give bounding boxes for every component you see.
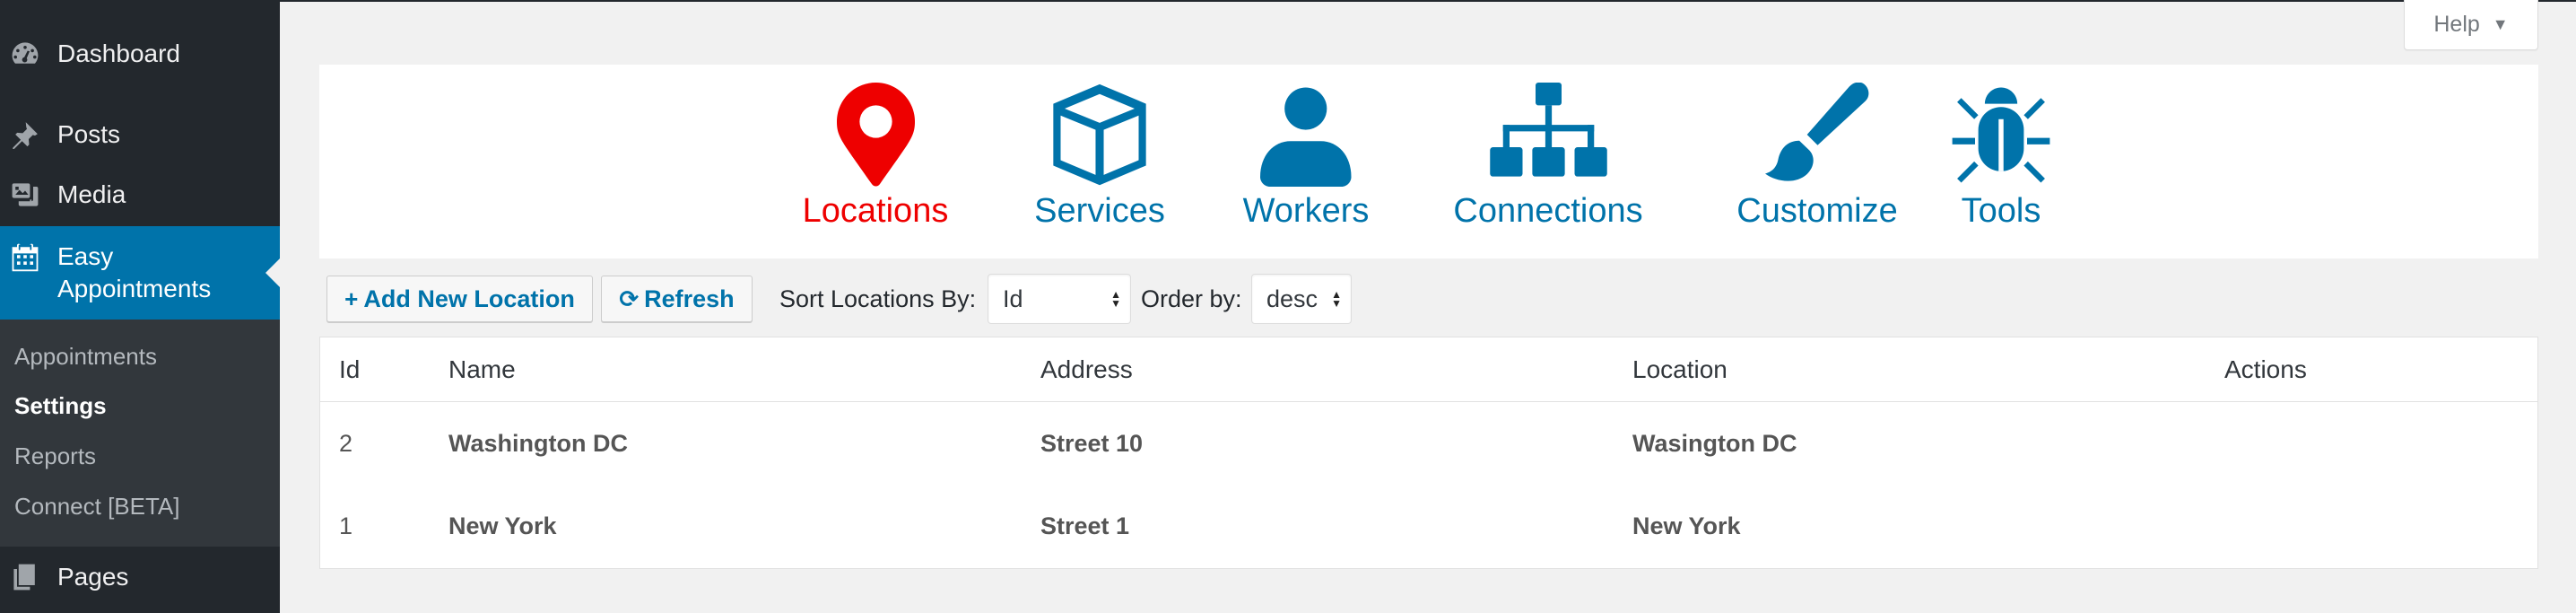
tab-label: Workers: [1242, 192, 1370, 230]
cell-id: 1: [339, 512, 353, 539]
table-row[interactable]: 2 Washington DC Street 10 Wasington DC: [320, 402, 2537, 485]
help-label: Help: [2433, 12, 2480, 37]
user-icon: [1260, 87, 1352, 187]
column-header-id[interactable]: Id: [339, 337, 360, 402]
pushpin-icon: [9, 118, 41, 151]
box-icon: [1053, 83, 1146, 186]
submenu-item-connect-beta[interactable]: Connect [BETA]: [14, 493, 180, 521]
help-button[interactable]: Help ▼: [2404, 0, 2538, 50]
sidebar-item-label: Dashboard: [57, 39, 180, 67]
sidebar-item-media[interactable]: Media: [0, 171, 280, 218]
column-header-address[interactable]: Address: [1040, 337, 1133, 402]
table-row[interactable]: 1 New York Street 1 New York: [320, 485, 2537, 567]
pages-icon: [9, 561, 41, 593]
sidebar-item-label: Pages: [57, 563, 129, 591]
caret-down-icon: ▼: [2492, 15, 2509, 33]
column-header-location[interactable]: Location: [1632, 337, 1727, 402]
sitemap-icon: [1489, 83, 1607, 177]
sort-by-value: Id: [1003, 285, 1023, 312]
cell-id: 2: [339, 429, 353, 457]
active-menu-arrow: [265, 258, 280, 287]
column-header-actions: Actions: [2224, 355, 2307, 383]
locations-table: Id Name Address Location Actions 2 Washi…: [319, 337, 2538, 569]
sidebar-item-easy-appointments[interactable]: Easy Appointments: [0, 226, 280, 320]
sidebar-item-dashboard[interactable]: Dashboard: [0, 31, 280, 77]
refresh-icon: ⟳: [619, 285, 640, 312]
refresh-button[interactable]: ⟳ Refresh: [601, 276, 753, 322]
tab-customize[interactable]: Customize: [1705, 83, 1929, 231]
tab-label: Connections: [1453, 192, 1643, 230]
order-by-select[interactable]: desc ▲ ▼: [1251, 274, 1352, 324]
submenu-item-settings[interactable]: Settings: [14, 392, 107, 420]
sidebar-submenu: Appointments Settings Reports Connect [B…: [0, 320, 280, 547]
select-arrows-icon: ▲ ▼: [1331, 288, 1342, 310]
tab-locations[interactable]: Locations: [795, 83, 956, 231]
map-pin-icon: [836, 83, 915, 187]
paintbrush-icon: [1765, 83, 1869, 181]
tab-tools[interactable]: Tools: [1929, 83, 2073, 231]
dashboard-icon: [9, 38, 41, 70]
order-by-label: Order by:: [1141, 285, 1242, 312]
order-by-value: desc: [1266, 285, 1318, 312]
admin-sidebar: Dashboard Posts Media Easy Appointments …: [0, 0, 280, 613]
sidebar-item-label: Posts: [57, 120, 121, 148]
tab-label: Tools: [1961, 192, 2041, 230]
cell-address: Street 1: [1040, 512, 1130, 539]
tab-connections[interactable]: Connections: [1423, 83, 1674, 231]
button-label: Add New Location: [363, 285, 575, 312]
admin-bar-edge: [280, 0, 2576, 2]
tab-services[interactable]: Services: [1010, 83, 1189, 231]
calendar-icon: [9, 241, 41, 273]
plus-icon: +: [344, 285, 359, 312]
sidebar-item-label: Media: [57, 180, 126, 208]
sort-by-label: Sort Locations By:: [779, 285, 977, 312]
cell-address: Street 10: [1040, 429, 1144, 457]
cell-location: Wasington DC: [1632, 429, 1797, 457]
tab-workers[interactable]: Workers: [1225, 83, 1387, 231]
column-header-name[interactable]: Name: [448, 337, 516, 402]
sidebar-item-posts[interactable]: Posts: [0, 111, 280, 158]
table-header: Id Name Address Location Actions: [320, 337, 2537, 402]
media-icon: [9, 179, 41, 211]
button-label: Refresh: [644, 285, 735, 312]
submenu-item-appointments[interactable]: Appointments: [14, 343, 157, 371]
add-new-location-button[interactable]: + Add New Location: [326, 276, 593, 322]
cell-name: New York: [448, 512, 557, 539]
tab-label: Services: [1034, 192, 1165, 230]
tab-label: Locations: [802, 192, 949, 230]
sidebar-item-label: Easy Appointments: [57, 242, 212, 302]
sort-by-select[interactable]: Id ▲ ▼: [988, 274, 1131, 324]
submenu-item-reports[interactable]: Reports: [14, 442, 96, 470]
cell-name: Washington DC: [448, 429, 628, 457]
locations-toolbar: + Add New Location ⟳ Refresh Sort Locati…: [326, 274, 1403, 324]
bug-icon: [1952, 87, 2050, 183]
tab-label: Customize: [1736, 192, 1898, 230]
select-arrows-icon: ▲ ▼: [1110, 288, 1121, 310]
cell-location: New York: [1632, 512, 1741, 539]
sidebar-item-pages[interactable]: Pages: [0, 554, 280, 600]
settings-tab-panel: Locations Services Workers Connections C…: [319, 65, 2538, 258]
